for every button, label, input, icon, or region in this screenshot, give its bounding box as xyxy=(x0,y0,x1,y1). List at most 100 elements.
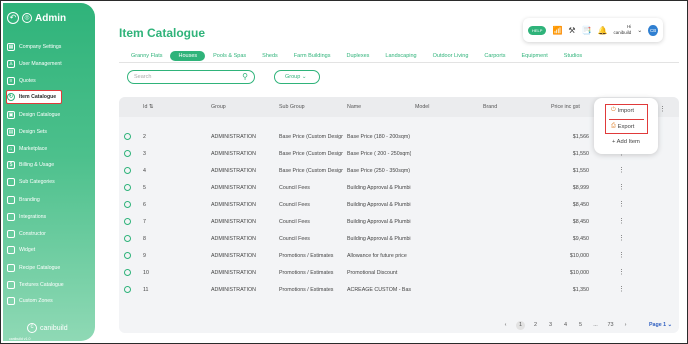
column-header-group[interactable]: Group xyxy=(211,104,226,110)
bell-icon[interactable]: 🔔 xyxy=(598,26,608,35)
chevron-down-icon[interactable]: ⌄ xyxy=(637,27,642,34)
page-button[interactable]: 4 xyxy=(561,321,570,330)
row-radio[interactable] xyxy=(124,150,131,157)
table-row[interactable]: 7 ADMINISTRATION Council Fees Building Appr… xyxy=(119,214,679,231)
chart-icon[interactable]: 📶 xyxy=(552,26,562,35)
page-button[interactable]: 1 xyxy=(516,321,525,330)
row-options-icon[interactable]: ⋮ xyxy=(618,217,625,225)
chevron-right-icon[interactable]: › xyxy=(621,321,630,330)
search-input[interactable]: Search ⚲ xyxy=(127,70,255,84)
group-dropdown[interactable]: Group ⌄ xyxy=(274,70,320,84)
row-options-icon[interactable]: ⋮ xyxy=(618,234,625,242)
export-menu-item[interactable]: ⎙ Export xyxy=(611,123,634,130)
sidebar-item-item-catalogue[interactable]: ↻ Item Catalogue xyxy=(6,90,62,104)
table-row[interactable]: 11 ADMINISTRATION Promotions / Estimates AC… xyxy=(119,282,679,299)
user-name: canibuild xyxy=(613,30,632,35)
row-radio[interactable] xyxy=(124,167,131,174)
row-options-icon[interactable]: ⋮ xyxy=(618,200,625,208)
sidebar-item-branding[interactable]: Branding xyxy=(7,193,95,207)
table-row[interactable]: 10 ADMINISTRATION Promotions / Estimates Pr… xyxy=(119,265,679,282)
sidebar-item-design-sets[interactable]: ▤ Design Sets xyxy=(7,125,95,139)
row-radio[interactable] xyxy=(124,133,131,140)
row-options-icon[interactable]: ⋮ xyxy=(618,183,625,191)
row-options-icon[interactable]: ⋮ xyxy=(618,285,625,293)
export-label: Export xyxy=(617,123,635,130)
sidebar-item-billing-usage[interactable]: $ Billing & Usage xyxy=(7,158,95,172)
book-icon[interactable]: 📑 xyxy=(582,26,592,35)
row-options-icon[interactable]: ⋮ xyxy=(618,251,625,259)
page-button[interactable]: 2 xyxy=(531,321,540,330)
table-cell: 2 xyxy=(143,134,146,140)
sidebar-item-design-catalogue[interactable]: ▣ Design Catalogue xyxy=(7,108,95,122)
divider xyxy=(119,62,679,63)
column-header-price[interactable]: Price inc gst xyxy=(551,104,580,110)
table-row[interactable]: 6 ADMINISTRATION Council Fees Building Appr… xyxy=(119,197,679,214)
more-options-icon[interactable]: ⋮ xyxy=(659,105,666,113)
page-button[interactable]: 5 xyxy=(576,321,585,330)
tab-houses[interactable]: Houses xyxy=(170,51,206,61)
sidebar-item-sub-categories[interactable]: Sub Categories xyxy=(7,175,95,189)
tab-studios[interactable]: Studios xyxy=(556,51,590,61)
column-header-name[interactable]: Name xyxy=(347,104,361,110)
stamp-icon[interactable]: ⚒ xyxy=(568,26,575,35)
row-radio[interactable] xyxy=(124,184,131,191)
column-header-sub-group[interactable]: Sub Group xyxy=(279,104,305,110)
table-cell: ADMINISTRATION xyxy=(211,219,256,225)
sidebar-item-recipe-catalogue[interactable]: Recipe Catalogue xyxy=(7,261,95,275)
chevron-left-icon[interactable]: ‹ xyxy=(501,321,510,330)
avatar[interactable]: CB xyxy=(648,24,658,36)
help-pill[interactable]: HELP xyxy=(528,25,547,35)
page-select[interactable]: Page 1 ⌄ xyxy=(649,322,672,328)
table-row[interactable]: 4 ADMINISTRATION Base Price (Custom Design… xyxy=(119,163,679,180)
column-header-id[interactable]: Id ⇅ xyxy=(143,104,153,110)
sidebar-item-custom-zones[interactable]: Custom Zones xyxy=(7,294,95,308)
tab-granny-flats[interactable]: Granny Flats xyxy=(123,51,170,61)
sidebar-item-label: Recipe Catalogue xyxy=(19,265,61,271)
user-menu[interactable]: Hi canibuild xyxy=(614,24,632,36)
sidebar-item-user-management[interactable]: ♙ User Management xyxy=(7,57,95,71)
sidebar-item-marketplace[interactable]: ⌂ Marketplace xyxy=(7,142,95,156)
row-radio[interactable] xyxy=(124,286,131,293)
row-options-icon[interactable]: ⋮ xyxy=(618,166,625,174)
column-header-model[interactable]: Model xyxy=(415,104,429,110)
tab-pools-spas[interactable]: Pools & Spas xyxy=(205,51,254,61)
sidebar-item-label: Widget xyxy=(19,247,36,253)
tab-outdoor-living[interactable]: Outdoor Living xyxy=(425,51,477,61)
tab-sheds[interactable]: Sheds xyxy=(254,51,286,61)
row-radio[interactable] xyxy=(124,235,131,242)
tab-farm-buildings[interactable]: Farm Buildings xyxy=(286,51,339,61)
tab-duplexes[interactable]: Duplexes xyxy=(338,51,377,61)
table-cell: Base Price (Custom Design) xyxy=(279,134,343,140)
tab-carports[interactable]: Carports xyxy=(476,51,513,61)
table-cell: ADMINISTRATION xyxy=(211,168,256,174)
folder-icon xyxy=(7,230,15,238)
row-options-icon[interactable]: ⋮ xyxy=(618,268,625,276)
table-row[interactable]: 5 ADMINISTRATION Council Fees Building Appr… xyxy=(119,180,679,197)
sidebar-item-label: Design Catalogue xyxy=(19,112,61,118)
sidebar-item-widget[interactable]: Widget xyxy=(7,243,95,257)
row-radio[interactable] xyxy=(124,201,131,208)
table-cell: 10 xyxy=(143,270,149,276)
chevron-down-icon: ⌄ xyxy=(301,74,307,80)
search-icon[interactable]: ⚲ xyxy=(242,72,248,81)
page-button[interactable]: 73 xyxy=(606,321,615,330)
import-menu-item[interactable]: ⏻ Import xyxy=(611,107,634,114)
table-row[interactable]: 9 ADMINISTRATION Promotions / Estimates All… xyxy=(119,248,679,265)
back-icon[interactable]: ↶ xyxy=(7,12,19,24)
column-header-brand[interactable]: Brand xyxy=(483,104,497,110)
sidebar-item-integrations[interactable]: Integrations xyxy=(7,210,95,224)
tab-landscaping[interactable]: Landscaping xyxy=(377,51,424,61)
sidebar-item-textures-catalogue[interactable]: Textures Catalogue xyxy=(7,278,95,292)
add-item-menu-item[interactable]: + Add Item xyxy=(612,139,640,145)
table-cell: ADMINISTRATION xyxy=(211,270,256,276)
row-radio[interactable] xyxy=(124,252,131,259)
table-row[interactable]: 8 ADMINISTRATION Council Fees Building Appr… xyxy=(119,231,679,248)
page-button[interactable]: 3 xyxy=(546,321,555,330)
row-radio[interactable] xyxy=(124,218,131,225)
tab-equipment[interactable]: Equipment xyxy=(513,51,555,61)
version-label: canibuild v1.0 xyxy=(9,337,31,341)
sidebar-item-company-settings[interactable]: ▦ Company Settings xyxy=(7,40,95,54)
sidebar-item-constructor[interactable]: Constructor xyxy=(7,227,95,241)
sidebar-item-quotes[interactable]: ≡ Quotes xyxy=(7,74,95,88)
row-radio[interactable] xyxy=(124,269,131,276)
